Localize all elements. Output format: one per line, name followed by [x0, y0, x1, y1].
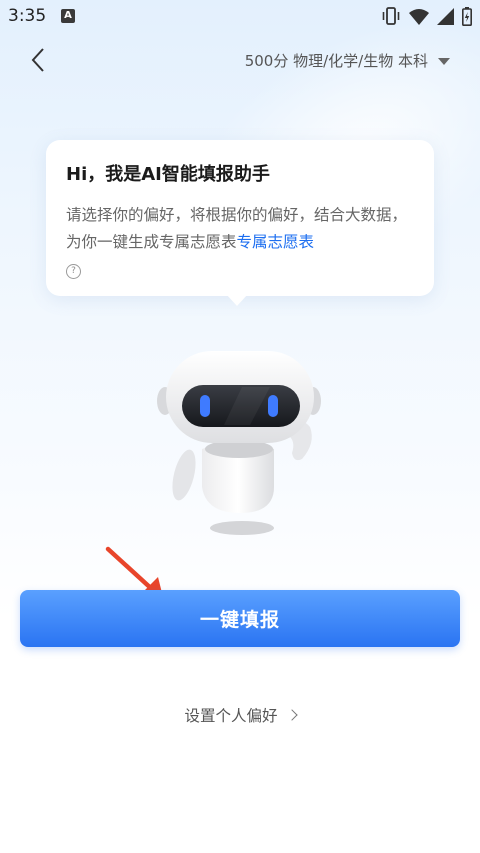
- intro-bubble: Hi，我是AI智能填报助手 请选择你的偏好，将根据你的偏好，结合大数据，为你一键…: [46, 140, 434, 296]
- battery-icon: [462, 6, 472, 26]
- robot-right-eye: [268, 395, 278, 417]
- question-circle-icon[interactable]: ?: [66, 264, 81, 279]
- bubble-description: 请选择你的偏好，将根据你的偏好，结合大数据，为你一键生成专属志愿表专属志愿表?: [66, 202, 414, 283]
- profile-selector[interactable]: 500分 物理/化学/生物 本科: [245, 48, 450, 72]
- wifi-icon: [409, 8, 429, 25]
- signal-icon: [437, 7, 454, 25]
- set-preferences-link[interactable]: 设置个人偏好: [0, 702, 480, 728]
- caret-down-icon: [438, 57, 450, 65]
- status-icons: [381, 6, 472, 26]
- one-click-fill-label: 一键填报: [199, 609, 280, 631]
- profile-summary: 500分 物理/化学/生物 本科: [244, 51, 428, 70]
- status-bar: 3:35 A: [0, 0, 480, 34]
- robot-left-eye: [200, 395, 210, 417]
- one-click-fill-button[interactable]: 一键填报: [20, 590, 460, 647]
- a-letter-icon: A: [61, 9, 75, 23]
- bubble-tail: [226, 294, 248, 306]
- bubble-link[interactable]: 专属志愿表: [237, 233, 315, 251]
- status-time: 3:35: [8, 6, 47, 26]
- set-preferences-label: 设置个人偏好: [184, 707, 278, 725]
- app-screen: 3:35 A 500分 物理/化学/生物 本科 Hi，我是AI智能填报助手 请选…: [0, 0, 480, 853]
- vibrate-icon: [382, 7, 400, 25]
- robot-mascot: [157, 351, 321, 535]
- chevron-left-icon: [31, 48, 44, 72]
- robot-shadow: [210, 521, 274, 535]
- chevron-right-icon: [285, 709, 298, 721]
- back-button[interactable]: [22, 44, 54, 76]
- bubble-title: Hi，我是AI智能填报助手: [66, 164, 270, 185]
- robot-left-arm: [172, 449, 196, 501]
